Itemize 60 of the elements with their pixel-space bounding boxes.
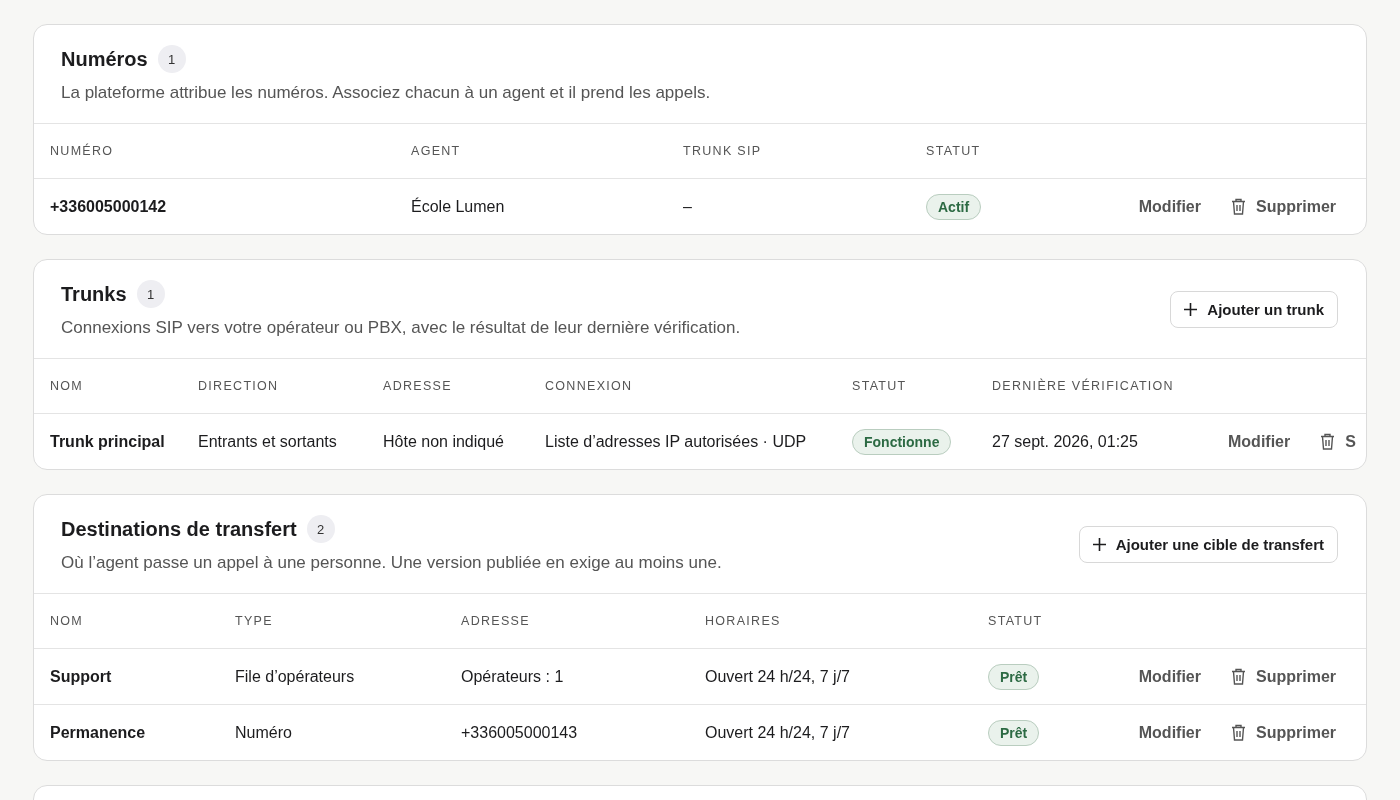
table-cell: Ouvert 24 h/24, 7 j/7 [705,723,850,742]
table-cell: Opérateurs : 1 [461,667,564,686]
table-cell: +336005000143 [461,723,578,742]
column-header: DIRECTION [198,379,279,393]
count-badge: 1 [136,280,165,308]
table-cell: Entrants et sortants [198,432,337,451]
delete-button[interactable]: Supprimer [1231,197,1336,216]
status-badge: Fonctionne [852,428,952,455]
trash-icon [1231,198,1246,215]
column-header: NUMÉRO [50,144,114,158]
column-header: NOM [50,379,84,393]
delete-button[interactable]: Supprimer [1231,723,1336,742]
count-badge: 1 [157,45,186,73]
column-header: AGENT [411,144,461,158]
count-badge: 2 [306,515,335,543]
column-header: TYPE [235,614,273,628]
table-cell: Numéro [235,723,292,742]
table-cell: Ouvert 24 h/24, 7 j/7 [705,667,850,686]
column-header: HORAIRES [705,614,781,628]
column-header: STATUT [926,144,981,158]
delete-button[interactable]: Supprimer [1231,667,1336,686]
section-description: La plateforme attribue les numéros. Associez chacun à un agent et il prend les appels. [61,83,711,103]
trash-icon [1231,724,1246,741]
plus-icon [1092,537,1106,551]
column-header: ADRESSE [383,379,452,393]
add-button[interactable]: Ajouter une cible de transfert [1078,525,1338,563]
add-button[interactable]: Ajouter un trunk [1170,290,1338,328]
table-cell: Hôte non indiqué [383,432,504,451]
edit-link[interactable]: Modifier [1228,432,1291,451]
section-description: Connexions SIP vers votre opérateur ou PBX, avec le résultat de leur dernière vérification. [61,318,741,338]
status-badge: Prêt [988,663,1040,690]
column-header: STATUT [988,614,1043,628]
section-title: Destinations de transfert [61,517,297,541]
table-cell: File d’opérateurs [235,667,355,686]
table-cell: Support [50,667,112,686]
section-description: Où l’agent passe un appel à une personne. Une version publiée en exige au moins une. [61,553,722,573]
table-cell: Trunk principal [50,432,165,451]
plus-icon [1184,302,1198,316]
column-header: STATUT [852,379,907,393]
column-header: ADRESSE [461,614,530,628]
table-cell: 27 sept. 2026, 01:25 [992,432,1138,451]
table-cell: Permanence [50,723,146,742]
table-cell: – [683,197,692,216]
table-cell: +336005000142 [50,197,167,216]
edit-link[interactable]: Modifier [1138,667,1201,686]
edit-link[interactable]: Modifier [1138,197,1201,216]
trash-icon [1231,668,1246,685]
section-title: Numéros [61,47,148,71]
column-header: CONNEXION [545,379,633,393]
section-title: Trunks [61,282,127,306]
status-badge: Prêt [988,719,1040,746]
edit-link[interactable]: Modifier [1138,723,1201,742]
table-cell: École Lumen [411,197,505,216]
delete-button[interactable]: S [1320,432,1356,451]
trash-icon [1320,433,1336,450]
column-header: NOM [50,614,84,628]
column-header: DERNIÈRE VÉRIFICATION [992,379,1174,393]
status-badge: Actif [926,193,982,220]
column-header: TRUNK SIP [683,144,762,158]
table-cell: Liste d’adresses IP autorisées · UDP [545,432,807,451]
